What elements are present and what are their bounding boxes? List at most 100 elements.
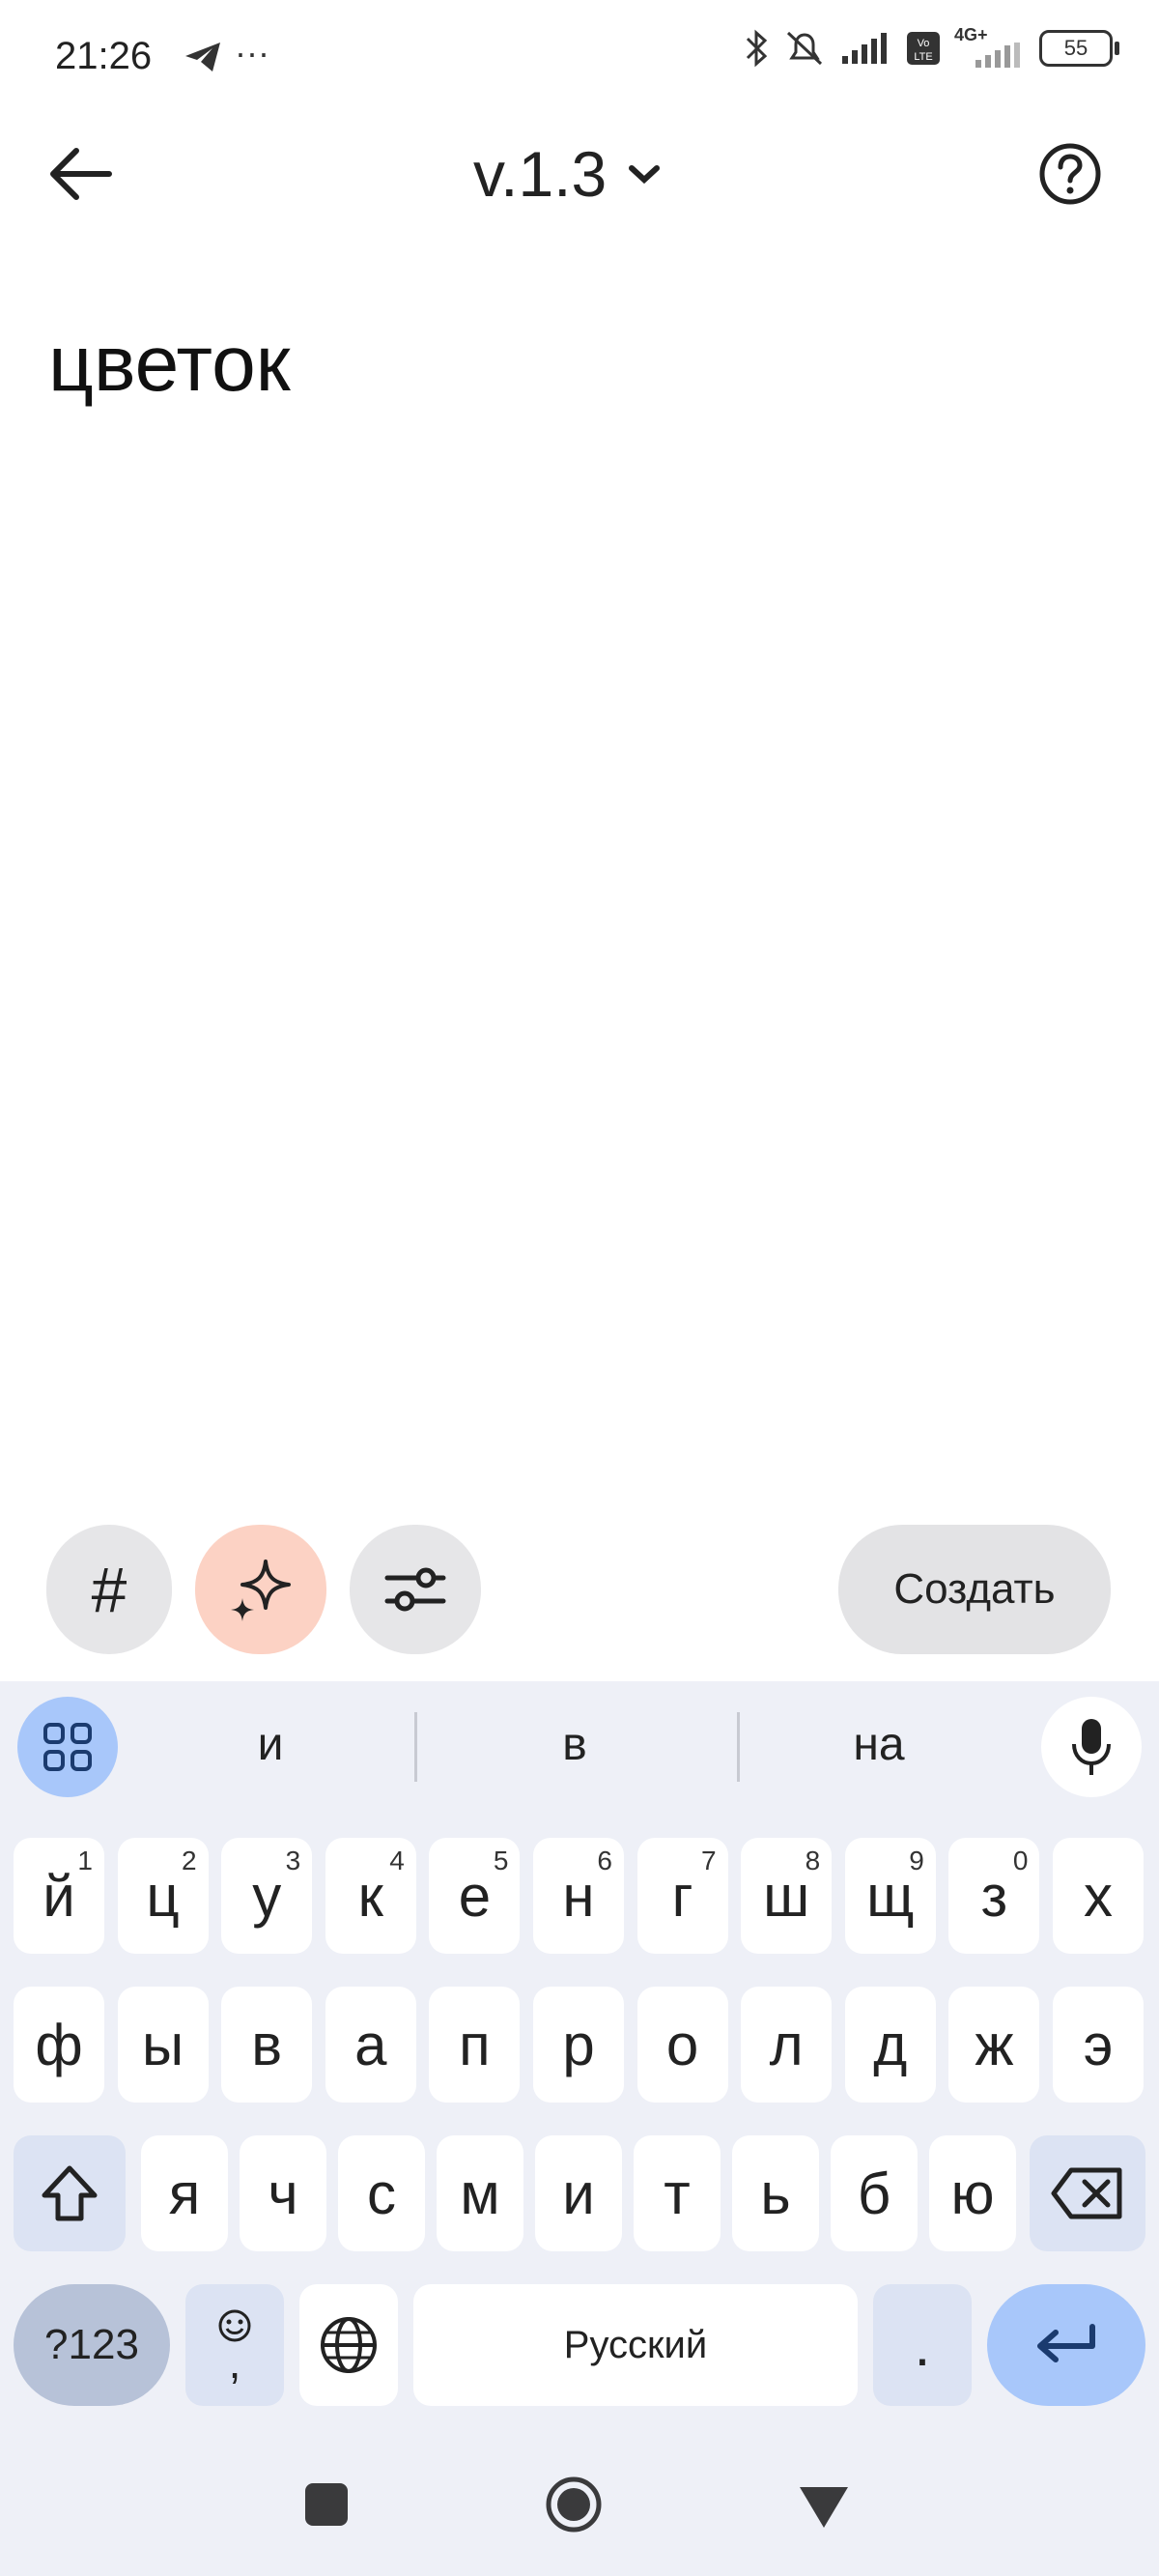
battery-level: 55: [1063, 36, 1088, 60]
battery-icon: 55: [1039, 30, 1119, 67]
key-м[interactable]: м: [437, 2135, 523, 2251]
key-г[interactable]: г7: [636, 1838, 728, 1954]
hashtag-label: #: [91, 1554, 127, 1625]
status-time: 21:26: [55, 35, 153, 77]
key-label: ч: [268, 2161, 298, 2226]
apps-grid-icon: [43, 1723, 92, 1771]
key-н[interactable]: н6: [533, 1838, 624, 1954]
backspace-key[interactable]: [1030, 2135, 1145, 2251]
key-label: ц: [146, 1863, 180, 1929]
key-hint: 3: [285, 1846, 301, 1875]
key-hint: 7: [701, 1846, 717, 1875]
keyboard-apps-button[interactable]: [17, 1697, 118, 1797]
key-label: х: [1084, 1863, 1113, 1929]
home-button[interactable]: [545, 2476, 603, 2533]
key-у[interactable]: у3: [221, 1838, 313, 1954]
key-hint: 4: [389, 1846, 405, 1875]
key-label: у: [252, 1863, 282, 1929]
symbols-key[interactable]: ?123: [14, 2284, 170, 2406]
key-з[interactable]: з0: [948, 1838, 1040, 1954]
voice-input-button[interactable]: [1041, 1697, 1142, 1797]
globe-icon: [321, 2317, 377, 2373]
space-key[interactable]: Русский: [413, 2284, 858, 2406]
key-т[interactable]: т: [634, 2135, 721, 2251]
shift-key[interactable]: [14, 2135, 126, 2251]
suggestion-2[interactable]: в: [478, 1718, 671, 1776]
key-щ[interactable]: щ9: [844, 1838, 936, 1954]
key-д[interactable]: д: [844, 1987, 936, 2103]
back-button[interactable]: [42, 135, 120, 213]
sparkle-icon: [231, 1560, 291, 1621]
key-р[interactable]: р: [533, 1987, 624, 2103]
recent-apps-button[interactable]: [305, 2483, 348, 2526]
key-label: о: [665, 2012, 699, 2077]
key-а[interactable]: а: [325, 1987, 416, 2103]
key-hint: 1: [77, 1846, 93, 1875]
back-arrow-icon: [50, 148, 112, 200]
sliders-icon: [384, 1567, 446, 1612]
key-label: р: [562, 2012, 595, 2077]
key-ы[interactable]: ы: [117, 1987, 209, 2103]
telegram-icon: [184, 41, 222, 78]
key-label: ь: [760, 2161, 791, 2226]
key-с[interactable]: с: [338, 2135, 425, 2251]
key-hint: 8: [805, 1846, 821, 1875]
key-hint: 5: [493, 1846, 509, 1875]
home-circle-icon: [546, 2476, 602, 2533]
key-ч[interactable]: ч: [240, 2135, 326, 2251]
key-ж[interactable]: ж: [948, 1987, 1040, 2103]
suggestion-divider: [414, 1712, 417, 1782]
editor-text[interactable]: цветок: [48, 319, 291, 410]
key-я[interactable]: я: [141, 2135, 228, 2251]
suggestion-3[interactable]: на: [782, 1718, 975, 1776]
emoji-comma-key[interactable]: ,: [185, 2284, 284, 2406]
key-label: г: [671, 1863, 693, 1929]
key-label: и: [562, 2161, 595, 2226]
volte-icon: Vo LTE: [907, 32, 940, 65]
key-о[interactable]: о: [636, 1987, 728, 2103]
key-label: е: [458, 1863, 492, 1929]
backspace-icon: [1051, 2167, 1122, 2219]
key-б[interactable]: б: [831, 2135, 918, 2251]
key-hint: 9: [909, 1846, 924, 1875]
magic-sparkle-button[interactable]: [195, 1525, 326, 1654]
help-button[interactable]: [1032, 135, 1109, 213]
settings-sliders-button[interactable]: [350, 1525, 481, 1654]
key-label: д: [873, 2012, 908, 2077]
language-key[interactable]: [299, 2284, 398, 2406]
key-label: ф: [35, 2012, 83, 2077]
back-nav-button[interactable]: [798, 2485, 850, 2530]
enter-key[interactable]: [987, 2284, 1145, 2406]
key-ю[interactable]: ю: [929, 2135, 1016, 2251]
key-п[interactable]: п: [429, 1987, 521, 2103]
key-э[interactable]: э: [1053, 1987, 1144, 2103]
key-label: п: [459, 2012, 491, 2077]
key-х[interactable]: х: [1053, 1838, 1144, 1954]
key-label: ы: [142, 2012, 184, 2077]
key-ф[interactable]: ф: [14, 1987, 104, 2103]
key-label: м: [460, 2161, 500, 2226]
key-л[interactable]: л: [741, 1987, 833, 2103]
key-в[interactable]: в: [221, 1987, 313, 2103]
key-ш[interactable]: ш8: [741, 1838, 833, 1954]
key-label: с: [367, 2161, 396, 2226]
key-й[interactable]: й1: [14, 1838, 104, 1954]
bluetooth-icon: [746, 29, 768, 68]
key-к[interactable]: к4: [325, 1838, 416, 1954]
signal-4g-icon: 4G+: [954, 25, 1026, 68]
more-notifications-icon: ···: [235, 33, 269, 72]
create-label: Создать: [893, 1565, 1056, 1613]
key-е[interactable]: е5: [429, 1838, 521, 1954]
key-ц[interactable]: ц2: [117, 1838, 209, 1954]
period-key[interactable]: .: [873, 2284, 972, 2406]
version-selector[interactable]: v.1.3: [473, 135, 661, 213]
version-label: v.1.3: [473, 138, 608, 210]
period-label: .: [914, 2312, 931, 2378]
help-icon: [1039, 143, 1101, 205]
key-ь[interactable]: ь: [732, 2135, 819, 2251]
hashtag-button[interactable]: #: [46, 1525, 172, 1654]
suggestion-1[interactable]: и: [174, 1718, 367, 1776]
key-label: н: [562, 1863, 595, 1929]
key-и[interactable]: и: [535, 2135, 622, 2251]
create-button[interactable]: Создать: [838, 1525, 1111, 1654]
